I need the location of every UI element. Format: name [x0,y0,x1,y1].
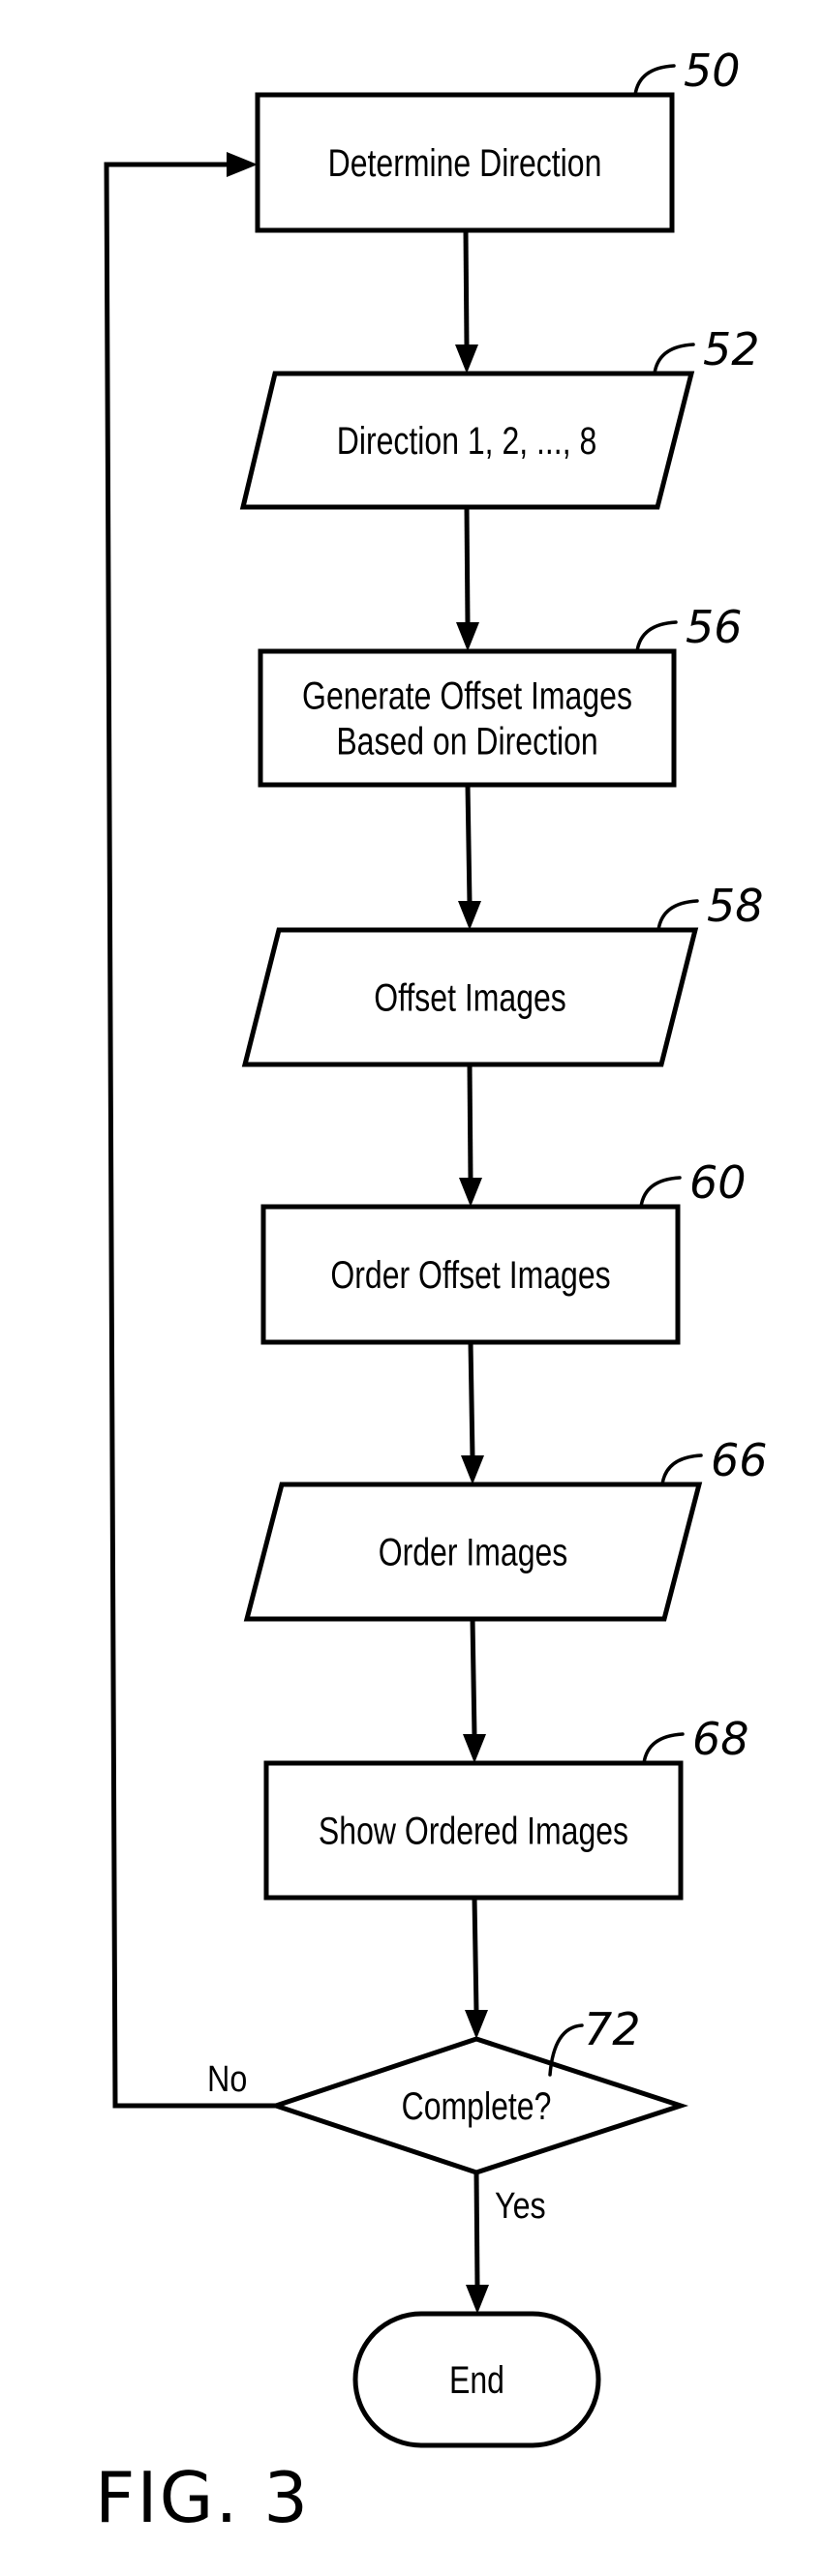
reference-numeral: 50 [684,45,741,97]
node-end: End [352,2311,601,2448]
branch-label-yes: Yes [495,2186,546,2227]
reference-numeral: 60 [689,1156,747,1209]
arrowhead-down-icon [455,344,478,374]
edge-66-to-68 [470,1618,477,1737]
node-complete: Complete? [268,2036,689,2175]
arrowhead-down-icon [456,622,479,651]
reference-numeral: 68 [692,1713,749,1765]
edge-58-to-60 [467,1063,473,1181]
process-box [258,648,677,788]
edge-68-to-72 [472,1897,479,2013]
leader-line [633,64,676,97]
leader-line [635,620,678,653]
node-label: Show Ordered Images [319,1809,628,1852]
node-label: Offset Images [374,975,566,1019]
edge-72-to-end [473,2172,480,2288]
reference-numeral: 66 [711,1434,768,1486]
node-label: Direction 1, 2, ..., 8 [337,419,597,463]
arrowhead-down-icon [459,1178,482,1207]
reference-numeral: 72 [584,2003,641,2055]
leader-line [660,1453,703,1486]
reference-numeral: 52 [703,323,760,375]
node-label: Complete? [402,2084,552,2128]
node-determine-direction: Determine Direction [255,92,675,233]
reference-numeral: 58 [707,880,764,932]
arrowhead-down-icon [465,2010,488,2039]
node-order-images: Order Images [243,1482,703,1622]
arrowhead-right-icon [227,152,258,177]
reference-numeral: 56 [686,601,743,653]
edge-50-to-52 [463,229,470,347]
flowchart-figure: Determine Direction Direction 1, 2, ..., … [95,45,768,2538]
node-order-offset-images: Order Offset Images [260,1204,681,1345]
node-label: Determine Direction [328,141,602,185]
edge-60-to-66 [468,1341,475,1458]
leader-line [639,1176,682,1209]
arrowhead-down-icon [466,2285,489,2314]
leader-line [656,899,699,932]
nodes-layer: Determine Direction Direction 1, 2, ..., … [239,92,703,2448]
edge-56-to-58 [465,784,473,904]
node-label: Order Offset Images [330,1253,610,1297]
arrowhead-down-icon [461,1455,484,1484]
branch-label-no: No [207,2059,247,2100]
node-label: End [449,2358,504,2402]
leader-line [653,343,695,375]
edge-no-loop [104,162,276,2109]
node-offset-images: Offset Images [241,927,699,1067]
figure-caption: FIG. 3 [95,2457,310,2538]
arrowhead-down-icon [463,1734,486,1763]
edge-52-to-56 [464,506,471,625]
node-direction-1-2-8: Direction 1, 2, ..., 8 [239,371,695,510]
node-generate-offset-images-based-on-direction: Generate Offset ImagesBased on Direction [258,648,677,788]
node-label: Order Images [379,1530,568,1573]
node-label: Based on Direction [336,719,597,763]
node-show-ordered-images: Show Ordered Images [263,1760,684,1901]
leader-line [642,1732,685,1765]
arrowhead-down-icon [458,901,481,930]
node-label: Generate Offset Images [302,674,632,717]
